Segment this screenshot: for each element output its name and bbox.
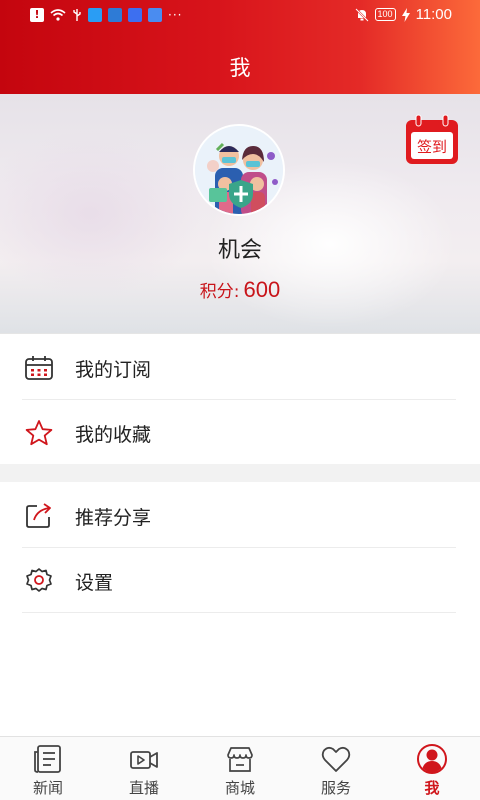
menu-item-share[interactable]: 推荐分享 — [22, 483, 456, 548]
alert-icon: ! — [30, 8, 44, 22]
bottom-tab-bar: 新闻 直播 商城 服务 我 — [0, 736, 480, 800]
more-notifications-icon: ··· — [168, 8, 183, 22]
section-divider — [0, 464, 480, 482]
points-label: 积分: — [199, 282, 240, 302]
profile-banner: 机会 积分: 600 签到 — [0, 94, 480, 334]
user-name: 机会 — [217, 238, 262, 263]
points-row: 积分: 600 — [0, 277, 480, 303]
tab-label: 我 — [424, 779, 440, 797]
news-icon — [34, 745, 61, 773]
gear-icon — [26, 568, 52, 592]
checkin-calendar-icon: 签到 — [406, 114, 458, 164]
menu-item-subscriptions[interactable]: 我的订阅 — [22, 335, 456, 400]
usb-icon — [73, 9, 81, 21]
charging-icon — [401, 7, 410, 22]
menu-item-settings[interactable]: 设置 — [22, 548, 456, 613]
store-icon — [227, 747, 253, 772]
header-bar: ! ··· 100 11:00 我 — [0, 0, 480, 94]
battery-indicator: 100 — [374, 8, 396, 21]
browser-app-icon — [108, 8, 122, 22]
tab-label: 商城 — [224, 779, 255, 797]
tab-me[interactable]: 我 — [384, 737, 480, 800]
share-icon — [26, 503, 51, 528]
tab-news[interactable]: 新闻 — [0, 737, 96, 800]
download-app-icon — [128, 8, 142, 22]
page-title: 我 — [229, 56, 251, 80]
tab-store[interactable]: 商城 — [192, 737, 288, 800]
menu-item-label: 我的收藏 — [75, 424, 152, 446]
heart-icon — [321, 746, 351, 772]
video-icon — [130, 751, 158, 769]
tab-label: 服务 — [320, 779, 351, 797]
menu-item-label: 我的订阅 — [75, 359, 152, 381]
points-value: 600 — [243, 277, 281, 302]
star-icon — [25, 420, 53, 446]
menu-item-label: 推荐分享 — [75, 507, 152, 529]
menu-item-favorites[interactable]: 我的收藏 — [22, 400, 456, 465]
status-time: 11:00 — [415, 6, 452, 23]
tab-label: 直播 — [128, 779, 159, 797]
bulb-app-icon — [148, 8, 162, 22]
status-left-icons: ! ··· — [30, 8, 182, 22]
avatar[interactable] — [193, 124, 285, 216]
app-root: ! ··· 100 11:00 我 机会 积分: 600 签到 我的订阅 我的收… — [0, 0, 480, 800]
status-right: 100 11:00 — [354, 6, 452, 23]
family-masks-avatar-icon — [195, 126, 283, 214]
tab-services[interactable]: 服务 — [288, 737, 384, 800]
search-app-icon — [88, 8, 102, 22]
menu-item-label: 设置 — [75, 572, 114, 594]
checkin-label: 签到 — [417, 138, 447, 156]
mute-bell-icon — [354, 7, 369, 22]
user-icon — [417, 744, 447, 774]
calendar-icon — [25, 356, 53, 380]
tab-label: 新闻 — [32, 779, 63, 797]
tab-live[interactable]: 直播 — [96, 737, 192, 800]
status-bar: ! ··· 100 11:00 — [0, 0, 480, 32]
checkin-button[interactable]: 签到 — [404, 114, 460, 166]
wifi-icon — [50, 9, 66, 21]
